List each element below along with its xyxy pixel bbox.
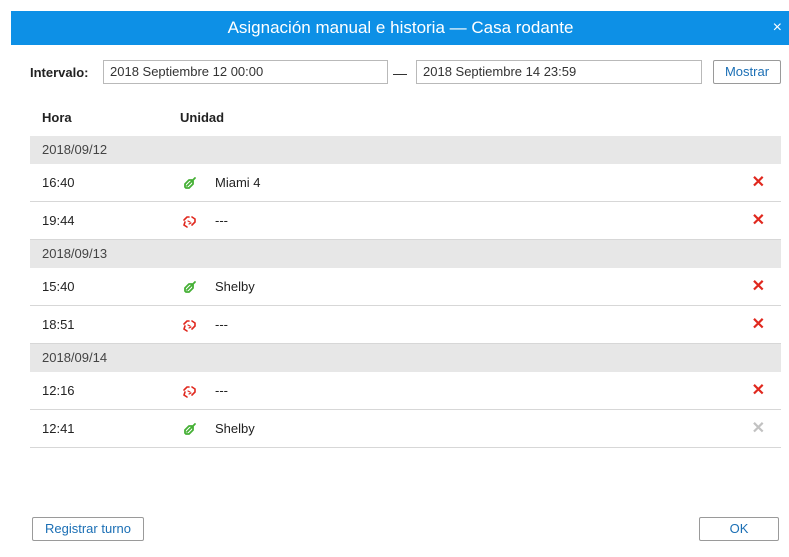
delete-icon[interactable]: ✕ — [752, 202, 765, 240]
table-row[interactable]: 18:51 --- ✕ — [30, 306, 781, 344]
delete-icon[interactable]: ✕ — [752, 306, 765, 344]
assignment-history-dialog: Asignación manual e historia — Casa roda… — [0, 0, 789, 557]
ok-button[interactable]: OK — [699, 517, 779, 541]
unlink-icon — [182, 383, 198, 399]
interval-to-input[interactable]: 2018 Septiembre 14 23:59 — [416, 60, 702, 84]
table-header: Hora Unidad — [30, 100, 781, 136]
column-header-time: Hora — [42, 110, 72, 125]
unlink-icon — [182, 213, 198, 229]
table-row[interactable]: 12:41 Shelby ✕ — [30, 410, 781, 448]
row-time: 18:51 — [42, 317, 75, 332]
delete-icon: ✕ — [751, 420, 765, 437]
link-icon — [182, 421, 198, 437]
date-group-header: 2018/09/12 — [30, 136, 781, 164]
row-time: 16:40 — [42, 175, 75, 190]
dialog-title: Asignación manual e historia — Casa roda… — [227, 18, 574, 37]
dialog-titlebar: Asignación manual e historia — Casa roda… — [11, 11, 789, 45]
row-unit: Miami 4 — [215, 175, 261, 190]
date-group-header: 2018/09/13 — [30, 240, 781, 268]
delete-icon[interactable]: ✕ — [752, 164, 765, 202]
show-button[interactable]: Mostrar — [713, 60, 781, 84]
interval-label: Intervalo: — [30, 65, 89, 80]
date-group-header: 2018/09/14 — [30, 344, 781, 372]
link-icon — [182, 175, 198, 191]
row-unit: --- — [215, 383, 228, 398]
table-row[interactable]: 12:16 --- ✕ — [30, 372, 781, 410]
row-time: 19:44 — [42, 213, 75, 228]
row-unit: Shelby — [215, 279, 255, 294]
interval-separator: — — [393, 65, 407, 81]
history-table: Hora Unidad 2018/09/12 16:40 Miami 4 ✕ 19:44… — [30, 100, 781, 448]
link-icon — [182, 279, 198, 295]
table-row[interactable]: 15:40 Shelby ✕ — [30, 268, 781, 306]
row-unit: --- — [215, 213, 228, 228]
interval-from-input[interactable]: 2018 Septiembre 12 00:00 — [103, 60, 388, 84]
unlink-icon — [182, 317, 198, 333]
interval-row: Intervalo: 2018 Septiembre 12 00:00 — 20… — [30, 60, 789, 86]
table-row[interactable]: 16:40 Miami 4 ✕ — [30, 164, 781, 202]
row-unit: --- — [215, 317, 228, 332]
row-unit: Shelby — [215, 421, 255, 436]
row-time: 12:16 — [42, 383, 75, 398]
delete-icon[interactable]: ✕ — [752, 372, 765, 410]
close-icon[interactable]: × — [773, 11, 782, 45]
row-time: 12:41 — [42, 421, 75, 436]
column-header-unit: Unidad — [180, 110, 225, 125]
delete-icon[interactable]: ✕ — [752, 268, 765, 306]
table-body: 2018/09/12 16:40 Miami 4 ✕ 19:44 --- ✕ 2018/09/… — [30, 136, 781, 448]
table-row[interactable]: 19:44 --- ✕ — [30, 202, 781, 240]
row-time: 15:40 — [42, 279, 75, 294]
register-shift-button[interactable]: Registrar turno — [32, 517, 144, 541]
